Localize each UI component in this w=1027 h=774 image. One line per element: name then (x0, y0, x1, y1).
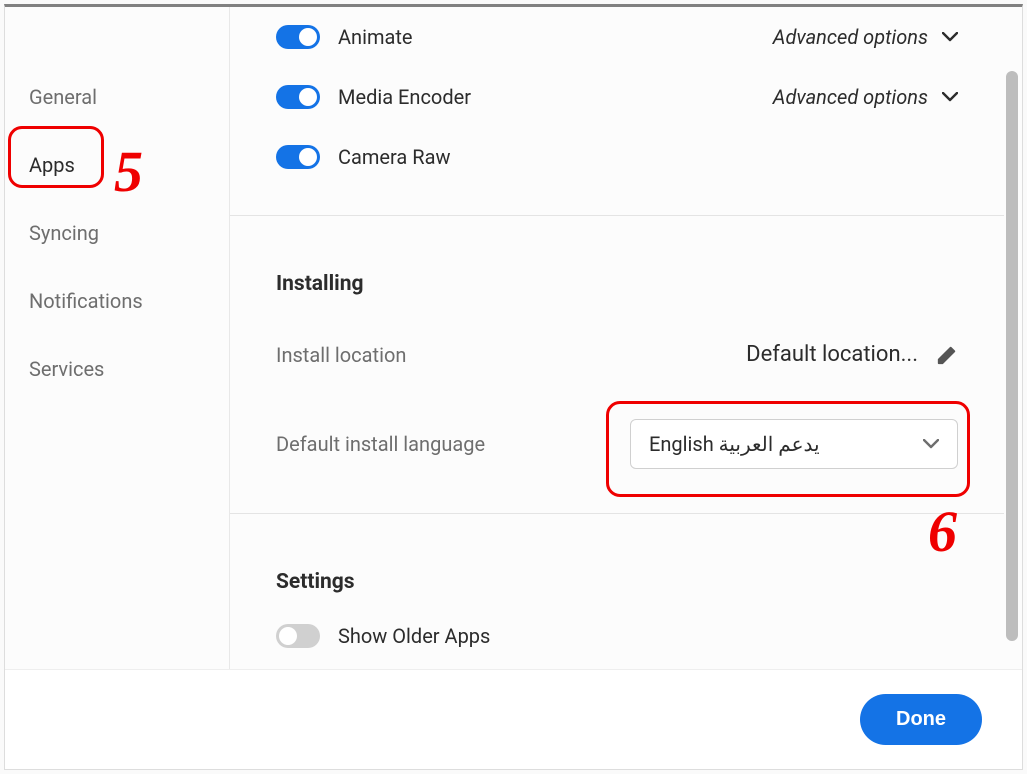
advanced-options-media-encoder[interactable]: Advanced options (773, 85, 958, 109)
scrollbar[interactable] (1006, 71, 1018, 641)
toggle-animate[interactable] (276, 25, 320, 49)
sidebar-item-notifications[interactable]: Notifications (5, 267, 229, 335)
show-older-apps-row: Show Older Apps (276, 624, 958, 666)
sidebar-item-apps[interactable]: Apps (5, 131, 229, 199)
install-location-row: Install location Default location... (276, 326, 958, 383)
preferences-window: General Apps Syncing Notifications Servi… (4, 4, 1023, 770)
advanced-options-label: Advanced options (773, 85, 928, 109)
app-label-animate: Animate (338, 25, 773, 49)
chevron-down-icon (942, 92, 958, 102)
main-content: Animate Advanced options Media Encoder A… (230, 7, 1022, 669)
body-area: General Apps Syncing Notifications Servi… (5, 7, 1022, 669)
pencil-icon[interactable] (936, 344, 958, 366)
sidebar-item-services[interactable]: Services (5, 335, 229, 403)
app-label-camera-raw: Camera Raw (338, 145, 958, 169)
show-older-apps-label: Show Older Apps (338, 624, 958, 648)
sidebar-item-general[interactable]: General (5, 63, 229, 131)
toggle-camera-raw[interactable] (276, 145, 320, 169)
sidebar-item-syncing[interactable]: Syncing (5, 199, 229, 267)
install-location-label: Install location (276, 343, 406, 367)
toggle-show-older-apps[interactable] (276, 624, 320, 648)
sidebar: General Apps Syncing Notifications Servi… (5, 7, 230, 669)
advanced-options-label: Advanced options (773, 25, 928, 49)
chevron-down-icon (923, 439, 939, 449)
divider (230, 215, 1004, 216)
toggle-media-encoder[interactable] (276, 85, 320, 109)
done-button[interactable]: Done (860, 694, 982, 745)
app-row-media-encoder: Media Encoder Advanced options (276, 67, 958, 127)
footer: Done (5, 669, 1022, 769)
section-title-settings: Settings (276, 570, 958, 594)
default-language-label: Default install language (276, 432, 485, 456)
default-language-row: Default install language English يدعم ال… (276, 403, 958, 485)
divider (230, 513, 1004, 514)
install-location-value: Default location... (746, 342, 918, 367)
app-label-media-encoder: Media Encoder (338, 85, 773, 109)
app-row-camera-raw: Camera Raw (276, 127, 958, 187)
chevron-down-icon (942, 32, 958, 42)
default-language-select[interactable]: English يدعم العربية (630, 419, 958, 469)
advanced-options-animate[interactable]: Advanced options (773, 25, 958, 49)
default-language-value: English يدعم العربية (649, 432, 820, 456)
section-title-installing: Installing (276, 272, 958, 296)
app-row-animate: Animate Advanced options (276, 7, 958, 67)
